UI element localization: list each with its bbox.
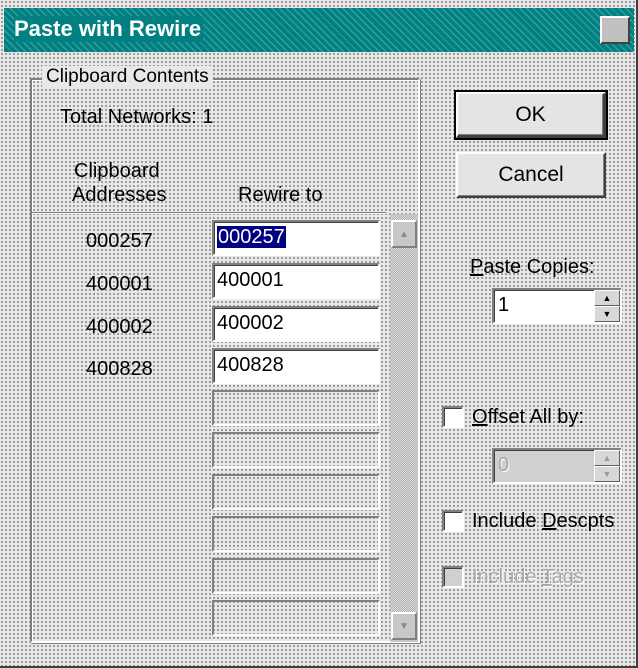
- offset-value: 0: [498, 454, 510, 476]
- paste-copies-value[interactable]: 1: [498, 294, 509, 317]
- offset-increment-button: ▲: [594, 450, 620, 466]
- include-tags-checkbox: [442, 566, 464, 588]
- clipboard-header-line1: Clipboard: [74, 160, 160, 182]
- rewire-empty-slot: [212, 558, 380, 594]
- offset-spinner: 0 ▲ ▼: [492, 448, 622, 484]
- paste-with-rewire-dialog: Paste with Rewire Clipboard Contents Tot…: [0, 0, 638, 668]
- clipboard-address: 000257: [86, 230, 153, 252]
- offset-all-checkbox[interactable]: [442, 406, 464, 428]
- rewire-empty-slot: [212, 474, 380, 510]
- clipboard-address: 400828: [86, 358, 153, 380]
- paste-copies-label-text: aste Copies:: [483, 256, 595, 278]
- offset-all-label-text: ffset All by:: [487, 406, 584, 428]
- clipboard-header-line2: Addresses: [72, 184, 167, 206]
- spin-down-icon: ▼: [602, 468, 612, 479]
- offset-decrement-button: ▼: [594, 466, 620, 482]
- title-bar[interactable]: Paste with Rewire: [4, 8, 634, 52]
- rewire-empty-slot: [212, 390, 380, 426]
- clipboard-address: 400001: [86, 273, 153, 295]
- rewire-input-value: 400828: [217, 354, 284, 376]
- rewire-input[interactable]: 400828: [212, 348, 380, 384]
- spin-up-icon: ▲: [602, 292, 612, 303]
- rewire-input[interactable]: 400002: [212, 306, 380, 342]
- rewire-input-value: 400002: [217, 312, 284, 334]
- include-descpts-label-pre: Include: [472, 510, 543, 532]
- cancel-button-label: Cancel: [498, 163, 564, 186]
- clipboard-contents-legend: Clipboard Contents: [42, 66, 213, 88]
- clipboard-address: 400002: [86, 316, 153, 338]
- paste-copies-spinner[interactable]: 1 ▲ ▼: [492, 288, 622, 324]
- include-descpts-checkbox[interactable]: [442, 510, 464, 532]
- scroll-down-button[interactable]: ▼: [391, 612, 417, 640]
- rewire-input[interactable]: 400001: [212, 263, 380, 299]
- scroll-up-icon: ▲: [399, 228, 409, 240]
- cancel-button[interactable]: Cancel: [456, 152, 606, 198]
- rewire-input-value: 000257: [217, 226, 286, 248]
- include-descpts-accel: D: [542, 510, 557, 532]
- include-tags-label: Include Tags: [472, 566, 584, 589]
- include-descpts-label: Include Descpts: [472, 510, 614, 533]
- ok-button[interactable]: OK: [454, 90, 608, 140]
- paste-copies-increment-button[interactable]: ▲: [594, 290, 620, 306]
- rewire-empty-slot: [212, 600, 380, 636]
- include-descpts-label-rest: escpts: [556, 510, 615, 532]
- ok-button-label: OK: [515, 102, 546, 126]
- rewire-input[interactable]: 000257: [212, 220, 380, 256]
- include-tags-label-rest: ags: [551, 566, 584, 588]
- scroll-down-icon: ▼: [399, 620, 409, 632]
- rewire-input-value: 400001: [217, 269, 284, 291]
- include-tags-accel: T: [541, 566, 552, 588]
- spin-down-icon: ▼: [602, 308, 612, 319]
- paste-copies-label: Paste Copies:: [470, 256, 595, 279]
- offset-all-label: Offset All by:: [472, 406, 584, 429]
- include-tags-label-pre: Include: [472, 566, 542, 588]
- paste-copies-decrement-button[interactable]: ▼: [594, 306, 620, 322]
- paste-copies-accel: P: [470, 256, 484, 278]
- rewire-scrollbar[interactable]: [390, 214, 418, 642]
- total-networks-label: Total Networks: 1: [60, 106, 214, 128]
- rewire-empty-slot: [212, 516, 380, 552]
- rewire-to-header: Rewire to: [238, 184, 323, 206]
- close-button[interactable]: [600, 16, 630, 44]
- spin-up-icon: ▲: [602, 452, 612, 463]
- offset-all-accel: O: [472, 406, 488, 428]
- window-title: Paste with Rewire: [14, 16, 204, 42]
- rewire-empty-slot: [212, 432, 380, 468]
- header-divider: [32, 212, 386, 214]
- scroll-up-button[interactable]: ▲: [391, 220, 417, 248]
